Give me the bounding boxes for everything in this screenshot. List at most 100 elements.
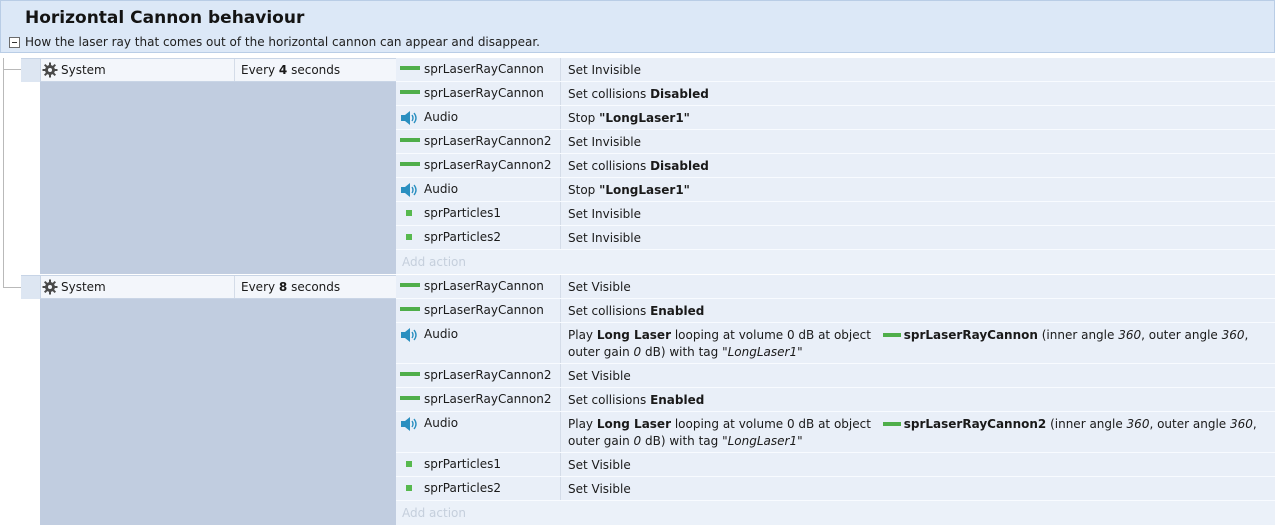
condition-prefix: Every xyxy=(241,280,279,294)
sprite-icon xyxy=(400,90,420,94)
action-text-part: Stop xyxy=(568,183,600,197)
event-group-header[interactable]: Horizontal Cannon behaviour How the lase… xyxy=(0,0,1275,53)
event-margin[interactable] xyxy=(21,58,40,82)
action-row[interactable]: sprParticles2 Set Visible xyxy=(396,477,1275,501)
sprite-icon xyxy=(400,66,420,70)
divider xyxy=(560,202,561,225)
action-row[interactable]: Audio Stop "LongLaser1" xyxy=(396,106,1275,130)
action-object-label: sprParticles1 xyxy=(424,457,502,471)
action-text-part: Set collisions xyxy=(568,159,651,173)
action-text-part: Play xyxy=(568,328,597,342)
collapse-toggle-icon[interactable] xyxy=(9,37,20,48)
action-text-part: Set Visible xyxy=(568,458,631,472)
action-text: Set Visible xyxy=(568,279,1268,296)
action-text-part: Play xyxy=(568,417,597,431)
action-text: Set Invisible xyxy=(568,206,1268,223)
action-text-part: Set Invisible xyxy=(568,135,642,149)
divider xyxy=(560,226,561,249)
action-text-part: "LongLaser1" xyxy=(599,183,690,197)
divider xyxy=(234,276,235,298)
action-row[interactable]: sprLaserRayCannon2 Set collisions Disable… xyxy=(396,154,1275,178)
action-text-part: Set Visible xyxy=(568,280,631,294)
action-text: Set collisions Enabled xyxy=(568,303,1268,320)
action-row[interactable]: sprLaserRayCannon Set collisions Disabled xyxy=(396,82,1275,106)
divider xyxy=(560,58,561,81)
action-text-part: 0 xyxy=(633,345,642,359)
event-margin[interactable] xyxy=(21,275,40,299)
sprite-icon xyxy=(882,421,901,426)
particles-icon xyxy=(406,210,412,216)
action-text: Set Visible xyxy=(568,368,1268,385)
action-object-label: Audio xyxy=(424,416,459,430)
action-text: Set collisions Enabled xyxy=(568,392,1268,409)
action-text: Set Invisible xyxy=(568,134,1268,151)
action-row[interactable]: sprLaserRayCannon2 Set collisions Enabled xyxy=(396,388,1275,412)
action-text-part: looping at volume 0 dB at object xyxy=(671,417,875,431)
action-object-label: sprLaserRayCannon xyxy=(424,86,544,100)
add-action-link[interactable]: Add action xyxy=(396,501,1275,525)
action-text-part: dB) with tag xyxy=(641,434,723,448)
condition-suffix: seconds xyxy=(287,63,341,77)
action-text-part: Set Visible xyxy=(568,482,631,496)
condition-row[interactable]: System Every 4 seconds xyxy=(40,58,416,82)
action-object-label: sprLaserRayCannon2 xyxy=(424,368,552,382)
divider xyxy=(560,299,561,322)
action-text-part: Disabled xyxy=(650,87,709,101)
action-object-label: sprLaserRayCannon xyxy=(424,62,544,76)
divider xyxy=(560,364,561,387)
condition-prefix: Every xyxy=(241,63,279,77)
speaker-icon xyxy=(401,111,417,125)
divider xyxy=(560,82,561,105)
condition-suffix: seconds xyxy=(287,280,341,294)
actions-list[interactable]: sprLaserRayCannon Set Invisible sprLaserRa… xyxy=(396,58,1275,274)
sprite-icon xyxy=(400,307,420,311)
condition-area[interactable]: System Every 8 seconds xyxy=(40,275,416,525)
add-action-link[interactable]: Add action xyxy=(396,250,1275,274)
condition-text: Every 8 seconds xyxy=(241,280,340,294)
action-text: Set Invisible xyxy=(568,62,1268,79)
action-row[interactable]: sprParticles1 Set Invisible xyxy=(396,202,1275,226)
action-text: Play Long Laser looping at volume 0 dB a… xyxy=(568,416,1268,450)
action-text-part: 360 xyxy=(1229,417,1253,431)
action-text-part: Set Visible xyxy=(568,369,631,383)
actions-list[interactable]: sprLaserRayCannon Set Visible sprLaserRayC… xyxy=(396,275,1275,525)
action-text-part: Enabled xyxy=(650,393,705,407)
sprite-icon xyxy=(400,283,420,287)
action-row[interactable]: Audio Stop "LongLaser1" xyxy=(396,178,1275,202)
action-row[interactable]: Audio Play Long Laser looping at volume 0… xyxy=(396,412,1275,453)
action-object-label: Audio xyxy=(424,182,459,196)
particles-icon xyxy=(406,485,412,491)
speaker-icon xyxy=(401,328,417,342)
action-text-part: Set collisions xyxy=(568,304,651,318)
action-row[interactable]: Audio Play Long Laser looping at volume 0… xyxy=(396,323,1275,364)
action-object-label: Audio xyxy=(424,327,459,341)
action-text-part: Stop xyxy=(568,111,600,125)
action-row[interactable]: sprLaserRayCannon Set Visible xyxy=(396,275,1275,299)
action-row[interactable]: sprLaserRayCannon Set collisions Enabled xyxy=(396,299,1275,323)
action-text-part: "LongLaser1" xyxy=(722,345,803,359)
action-text-part: Set Invisible xyxy=(568,207,642,221)
action-text-part: 360 xyxy=(1221,328,1245,342)
sprite-icon xyxy=(400,138,420,142)
condition-text: Every 4 seconds xyxy=(241,63,340,77)
action-text-part: Set Invisible xyxy=(568,63,642,77)
action-text-part: Set collisions xyxy=(568,87,651,101)
action-object-label: sprLaserRayCannon2 xyxy=(424,134,552,148)
action-text-part: (inner angle xyxy=(1046,417,1127,431)
action-row[interactable]: sprLaserRayCannon2 Set Visible xyxy=(396,364,1275,388)
tree-line xyxy=(3,58,4,288)
action-text-part: Long Laser xyxy=(596,417,671,431)
condition-area[interactable]: System Every 4 seconds xyxy=(40,58,416,274)
sprite-icon xyxy=(882,332,901,337)
divider xyxy=(560,106,561,129)
action-row[interactable]: sprParticles1 Set Visible xyxy=(396,453,1275,477)
action-row[interactable]: sprLaserRayCannon2 Set Invisible xyxy=(396,130,1275,154)
condition-row[interactable]: System Every 8 seconds xyxy=(40,275,416,299)
action-text-part: 0 xyxy=(633,434,642,448)
action-row[interactable]: sprLaserRayCannon Set Invisible xyxy=(396,58,1275,82)
gear-icon xyxy=(42,62,58,78)
action-row[interactable]: sprParticles2 Set Invisible xyxy=(396,226,1275,250)
divider xyxy=(234,59,235,81)
divider xyxy=(560,154,561,177)
sprite-icon xyxy=(400,162,420,166)
